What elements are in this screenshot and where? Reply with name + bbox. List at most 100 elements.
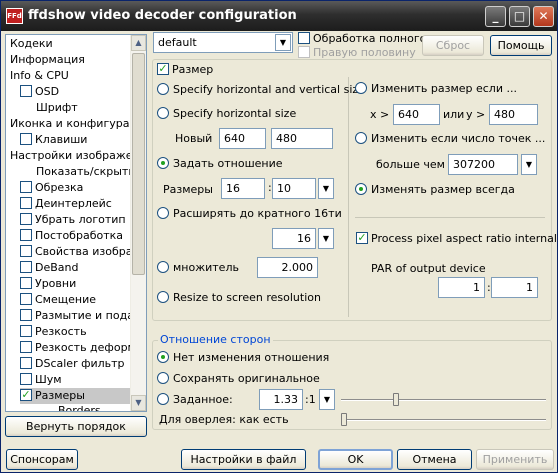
offset-checkbox[interactable] [20, 293, 32, 305]
radio-expand-multiple-circle[interactable] [157, 207, 169, 219]
pixels-threshold-input[interactable]: 307200 [448, 154, 518, 175]
radio-specify-hv-circle[interactable] [157, 83, 169, 95]
overlay-slider-track[interactable] [341, 419, 546, 421]
right-half-box[interactable] [298, 46, 310, 58]
resize-enable-box[interactable]: ✓ [157, 63, 169, 75]
save-settings-button[interactable]: Настройки в файл [181, 449, 306, 470]
tree-item-noise[interactable]: Шум [20, 372, 62, 388]
title-bar[interactable]: FFd ffdshow video decoder configuration … [1, 1, 557, 31]
tree-item-postprocessing[interactable]: Постобработка [20, 228, 123, 244]
overlay-slider-thumb[interactable] [341, 413, 347, 426]
full-processing-checkbox[interactable]: Обработка полного [298, 32, 426, 45]
tree-item-deinterlace[interactable]: Деинтерлейс [20, 196, 112, 212]
apply-button[interactable]: Применить [476, 449, 554, 470]
manual-ratio-input[interactable]: 1.33 [259, 389, 303, 410]
levels-checkbox[interactable] [20, 277, 32, 289]
warpsharp-checkbox[interactable] [20, 341, 32, 353]
tree-item-keys[interactable]: Клавиши [20, 132, 87, 148]
tree-item-sharpen[interactable]: Резкость [20, 324, 87, 340]
radio-keep-original-circle[interactable] [157, 372, 169, 384]
tree-item-offset[interactable]: Смещение [20, 292, 96, 308]
picture-properties-checkbox[interactable] [20, 245, 32, 257]
pixels-dropdown-arrow-icon[interactable]: ▼ [521, 154, 537, 175]
tree-item-osd[interactable]: OSD [20, 84, 59, 100]
tree-item-crop[interactable]: Обрезка [20, 180, 83, 196]
deinterlace-checkbox[interactable] [20, 197, 32, 209]
radio-resize-if-pixels-circle[interactable] [355, 132, 367, 144]
tree-item-info-cpu[interactable]: Info & CPU [10, 68, 69, 84]
radio-specify-hv[interactable]: Specify horizontal and vertical size [157, 83, 365, 96]
ratio-b-input[interactable]: 10 [272, 178, 316, 199]
radio-multiplier-circle[interactable] [157, 261, 169, 273]
cancel-button[interactable]: Отмена [397, 449, 472, 470]
radio-fit-screen[interactable]: Resize to screen resolution [157, 291, 321, 304]
par-b-input[interactable]: 1 [491, 277, 538, 298]
radio-specify-h[interactable]: Specify horizontal size [157, 107, 296, 120]
radio-resize-if[interactable]: Изменить размер если ... [355, 82, 517, 95]
tree-item-blur[interactable]: Размытие и подав [20, 308, 140, 324]
sponsors-button[interactable]: Спонсорам [6, 449, 78, 470]
radio-resize-if-circle[interactable] [355, 82, 367, 94]
radio-resize-if-pixels[interactable]: Изменить если число точек ... [355, 132, 545, 145]
tree-item-tray-config[interactable]: Иконка и конфигурация [10, 116, 146, 132]
tree-item-info[interactable]: Информация [10, 52, 85, 68]
radio-specify-h-circle[interactable] [157, 107, 169, 119]
par-a-input[interactable]: 1 [438, 277, 485, 298]
manual-ratio-slider-thumb[interactable] [392, 393, 399, 406]
logoaway-checkbox[interactable] [20, 213, 32, 225]
scroll-down-arrow-icon[interactable]: ▼ [131, 395, 146, 411]
tree-item-show-hide[interactable]: Показать/скрыть о [36, 164, 145, 180]
radio-keep-original[interactable]: Сохранять оригинальное [157, 372, 320, 385]
radio-resize-always-circle[interactable] [355, 183, 367, 195]
resize-tree-checkbox[interactable]: ✓ [20, 389, 32, 401]
preset-combo[interactable]: default ▼ [153, 32, 293, 53]
radio-no-change-circle[interactable] [157, 351, 169, 363]
multiplier-input[interactable]: 2.000 [257, 257, 318, 278]
keys-checkbox[interactable] [20, 133, 32, 145]
scroll-up-arrow-icon[interactable]: ▲ [131, 35, 146, 51]
deband-checkbox[interactable] [20, 261, 32, 273]
manual-dropdown-arrow-icon[interactable]: ▼ [319, 389, 335, 410]
ratio-a-input[interactable]: 16 [221, 178, 265, 199]
multiple-dropdown-arrow-icon[interactable]: ▼ [318, 228, 334, 249]
maximize-button[interactable]: □ [509, 6, 530, 27]
tree-item-warpsharp[interactable]: Резкость деформа [20, 340, 143, 356]
tree-item-borders[interactable]: Borders [58, 403, 101, 411]
manual-ratio-slider-track[interactable] [341, 399, 546, 401]
new-height-input[interactable]: 480 [271, 128, 333, 149]
tree-item-image-settings[interactable]: Настройки изображения [10, 148, 146, 164]
blur-checkbox[interactable] [20, 309, 32, 321]
settings-tree[interactable]: Кодеки Информация Info & CPU OSD Шрифт И… [5, 34, 147, 412]
postprocessing-checkbox[interactable] [20, 229, 32, 241]
crop-checkbox[interactable] [20, 181, 32, 193]
tree-item-dscaler[interactable]: DScaler фильтр [20, 356, 125, 372]
osd-checkbox[interactable] [20, 85, 32, 97]
reset-button[interactable]: Сброс [422, 35, 484, 56]
tree-item-logoaway[interactable]: Убрать логотип [20, 212, 126, 228]
x-threshold-input[interactable]: 640 [393, 104, 440, 125]
help-button[interactable]: Помощь [490, 35, 552, 56]
scroll-thumb[interactable] [132, 53, 145, 275]
radio-multiplier[interactable]: множитель [157, 261, 239, 274]
ratio-dropdown-arrow-icon[interactable]: ▼ [318, 178, 334, 199]
dropdown-arrow-icon[interactable]: ▼ [275, 34, 291, 51]
radio-expand-multiple[interactable]: Расширять до кратного 16ти [157, 207, 342, 220]
radio-manual-circle[interactable] [157, 393, 169, 405]
radio-resize-always[interactable]: Изменять размер всегда [355, 183, 515, 196]
right-half-checkbox[interactable]: Правую половину [298, 46, 416, 59]
tree-item-resize[interactable]: ✓ Размеры [20, 388, 130, 404]
radio-set-ratio[interactable]: Задать отношение [157, 157, 283, 170]
radio-set-ratio-circle[interactable] [157, 157, 169, 169]
radio-fit-screen-circle[interactable] [157, 291, 169, 303]
new-width-input[interactable]: 640 [219, 128, 266, 149]
resize-enable-checkbox[interactable]: ✓ Размер [155, 63, 216, 76]
y-threshold-input[interactable]: 480 [489, 104, 538, 125]
full-processing-box[interactable] [298, 32, 310, 44]
process-par-box[interactable]: ✓ [356, 232, 368, 244]
radio-no-change[interactable]: Нет изменения отношения [157, 351, 329, 364]
sharpen-checkbox[interactable] [20, 325, 32, 337]
tree-item-picture-properties[interactable]: Свойства изображ [20, 244, 142, 260]
noise-checkbox[interactable] [20, 373, 32, 385]
tree-item-levels[interactable]: Уровни [20, 276, 76, 292]
process-par-checkbox[interactable]: ✓ Process pixel aspect ratio internally [356, 232, 558, 245]
